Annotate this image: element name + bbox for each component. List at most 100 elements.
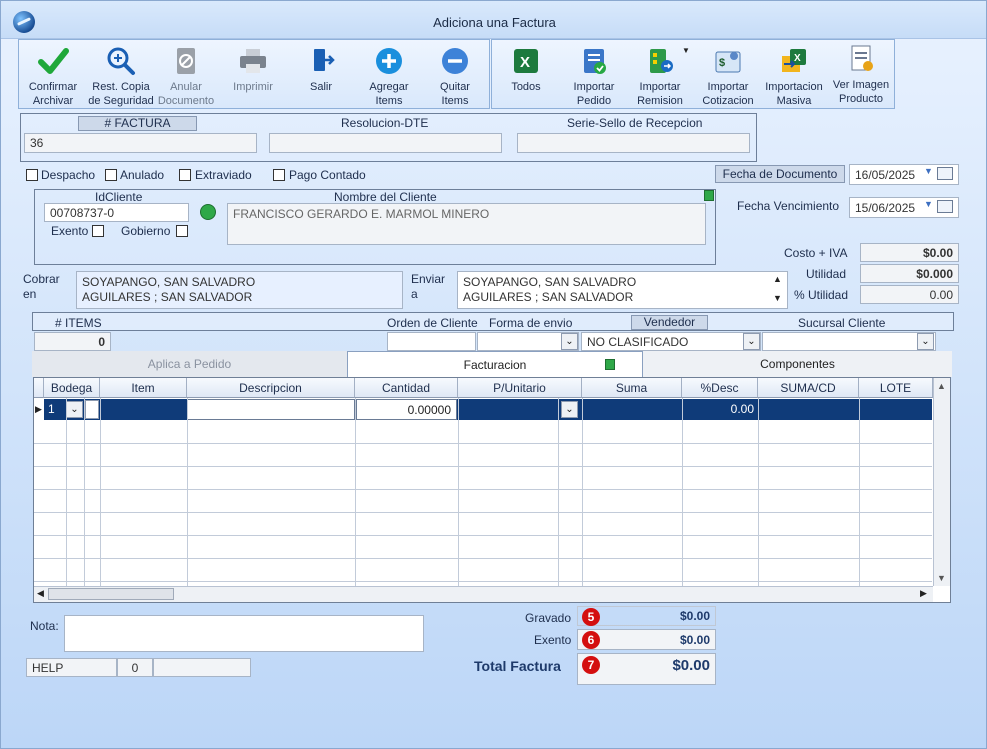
view-product-image-button[interactable]: Ver Imagen Producto xyxy=(830,44,892,106)
seal-field[interactable] xyxy=(517,133,750,153)
nota-field[interactable] xyxy=(64,615,424,652)
scroll-left-arrow-icon[interactable]: ◀ xyxy=(37,588,44,599)
column-header-lote[interactable]: LOTE xyxy=(859,378,933,398)
void-document-button[interactable]: Anular Documento xyxy=(157,46,215,108)
column-header-suma[interactable]: Suma xyxy=(582,378,682,398)
bulk-import-button[interactable]: X Importacion Masiva xyxy=(762,46,826,108)
cobrar-address-field[interactable]: SOYAPANGO, SAN SALVADRO AGUILARES ; SAN … xyxy=(76,271,403,309)
validate-check-icon[interactable] xyxy=(200,204,216,220)
horizontal-scroll-thumb[interactable] xyxy=(48,588,174,600)
void-label: Anular Documento xyxy=(157,81,215,107)
grid-line xyxy=(66,398,67,588)
column-header-item[interactable]: Item xyxy=(100,378,187,398)
vertical-scrollbar[interactable] xyxy=(933,378,950,586)
grid-line xyxy=(34,512,932,513)
bulk-import-label: Importacion Masiva xyxy=(765,81,823,107)
all-label: Todos xyxy=(511,81,541,93)
void-document-icon xyxy=(170,46,202,76)
due-date-dropdown-icon[interactable]: ▼ xyxy=(924,199,933,209)
svg-text:X: X xyxy=(520,54,530,71)
row-cantidad-cell[interactable]: 0.00000 xyxy=(356,399,457,420)
due-calendar-icon[interactable] xyxy=(937,200,953,213)
client-note-icon[interactable] xyxy=(704,190,714,201)
bodega-chevron-icon[interactable]: ⌄ xyxy=(66,401,83,418)
pago-contado-checkbox[interactable] xyxy=(273,169,285,181)
grid-line xyxy=(582,398,583,588)
import-quote-button[interactable]: $ Importar Cotizacion xyxy=(698,46,758,108)
invoice-number-field[interactable]: 36 xyxy=(24,133,257,153)
pct-utilidad-value: 0.00 xyxy=(860,285,959,304)
dropdown-arrow-icon[interactable]: ▼ xyxy=(682,46,690,55)
grid-line xyxy=(84,398,85,588)
table-row[interactable] xyxy=(44,399,932,420)
column-header-cantidad[interactable]: Cantidad xyxy=(355,378,458,398)
add-items-button[interactable]: Agregar Items xyxy=(359,46,419,108)
pct-utilidad-label: % Utilidad xyxy=(794,288,849,302)
branch-label: Sucursal Cliente xyxy=(798,316,886,330)
import-remission-button[interactable]: Importar Remision xyxy=(630,46,690,108)
ship-method-chevron-icon[interactable]: ⌄ xyxy=(561,333,578,350)
exit-button[interactable]: Salir xyxy=(293,46,349,94)
row-bodega-value[interactable]: 1 xyxy=(48,402,55,416)
svg-text:$: $ xyxy=(719,57,725,69)
row-indicator-header xyxy=(34,378,44,398)
grid-line xyxy=(859,398,860,588)
client-name-field[interactable]: FRANCISCO GERARDO E. MARMOL MINERO xyxy=(227,203,706,245)
scroll-down-icon[interactable]: ▼ xyxy=(773,293,782,303)
item-search-icon[interactable] xyxy=(85,400,99,419)
grid-line xyxy=(34,489,932,490)
gobierno-label: Gobierno xyxy=(121,224,171,238)
despacho-checkbox[interactable] xyxy=(26,169,38,181)
seller-chevron-icon[interactable]: ⌄ xyxy=(743,333,760,350)
toolbar-import: X Todos Importar Pedido Importar Remisio… xyxy=(491,39,895,109)
gobierno-checkbox[interactable] xyxy=(176,225,188,237)
confirm-button[interactable]: Confirmar Archivar xyxy=(25,46,81,108)
tab-aplica-pedido[interactable]: Aplica a Pedido xyxy=(32,351,347,377)
resolution-field[interactable] xyxy=(269,133,502,153)
column-header-descripcion[interactable]: Descripcion xyxy=(187,378,355,398)
cobrar-line-1: SOYAPANGO, SAN SALVADRO xyxy=(82,275,256,289)
print-button[interactable]: Imprimir xyxy=(225,46,281,94)
grid-line xyxy=(187,398,188,588)
scroll-up-arrow-icon[interactable]: ▲ xyxy=(937,381,946,391)
column-header-punitario[interactable]: P/Unitario xyxy=(458,378,582,398)
scroll-up-icon[interactable]: ▲ xyxy=(773,274,782,284)
cobrar-line-2: AGUILARES ; SAN SALVADOR xyxy=(82,290,253,304)
excel-icon: X xyxy=(510,46,542,76)
client-id-field[interactable]: 00708737-0 xyxy=(44,203,189,222)
all-button[interactable]: X Todos xyxy=(498,46,554,94)
row-desc-value[interactable]: 0.00 xyxy=(682,402,758,416)
column-header-bodega[interactable]: Bodega xyxy=(44,378,100,398)
scroll-down-arrow-icon[interactable]: ▼ xyxy=(937,573,946,583)
nota-label: Nota: xyxy=(30,619,59,633)
restore-backup-button[interactable]: Rest. Copia de Seguridad xyxy=(87,46,155,108)
grid-line xyxy=(34,581,932,582)
plus-circle-icon xyxy=(373,46,405,76)
import-order-button[interactable]: Importar Pedido xyxy=(560,46,628,108)
column-header-suma-cd[interactable]: SUMA/CD xyxy=(758,378,859,398)
grid-line xyxy=(758,398,759,588)
exento-checkbox[interactable] xyxy=(92,225,104,237)
remove-items-button[interactable]: Quitar Items xyxy=(427,46,483,108)
client-order-field[interactable] xyxy=(387,332,476,351)
scroll-right-arrow-icon[interactable]: ▶ xyxy=(920,588,927,599)
checkmark-icon xyxy=(37,46,69,76)
anulado-checkbox[interactable] xyxy=(105,169,117,181)
seller-select[interactable]: NO CLASIFICADO xyxy=(581,332,761,351)
calendar-icon[interactable] xyxy=(937,167,953,180)
row-descripcion-cell[interactable] xyxy=(187,399,355,420)
column-header-desc[interactable]: %Desc xyxy=(682,378,758,398)
doc-date-dropdown-icon[interactable]: ▼ xyxy=(924,166,933,176)
branch-chevron-icon[interactable]: ⌄ xyxy=(917,333,934,350)
facturacion-note-icon[interactable] xyxy=(605,359,615,370)
enviar-address-field[interactable]: SOYAPANGO, SAN SALVADRO AGUILARES ; SAN … xyxy=(457,271,788,309)
grid-line xyxy=(682,398,683,588)
row-pointer-icon: ▶ xyxy=(35,404,42,414)
tab-facturacion[interactable]: Facturacion xyxy=(347,351,643,377)
tab-componentes[interactable]: Componentes xyxy=(643,351,952,377)
invoice-number-label: # FACTURA xyxy=(78,116,197,131)
extraviado-checkbox[interactable] xyxy=(179,169,191,181)
ship-method-label: Forma de envio xyxy=(489,316,573,330)
punitario-chevron-icon[interactable]: ⌄ xyxy=(561,401,578,418)
branch-select[interactable] xyxy=(762,332,936,351)
